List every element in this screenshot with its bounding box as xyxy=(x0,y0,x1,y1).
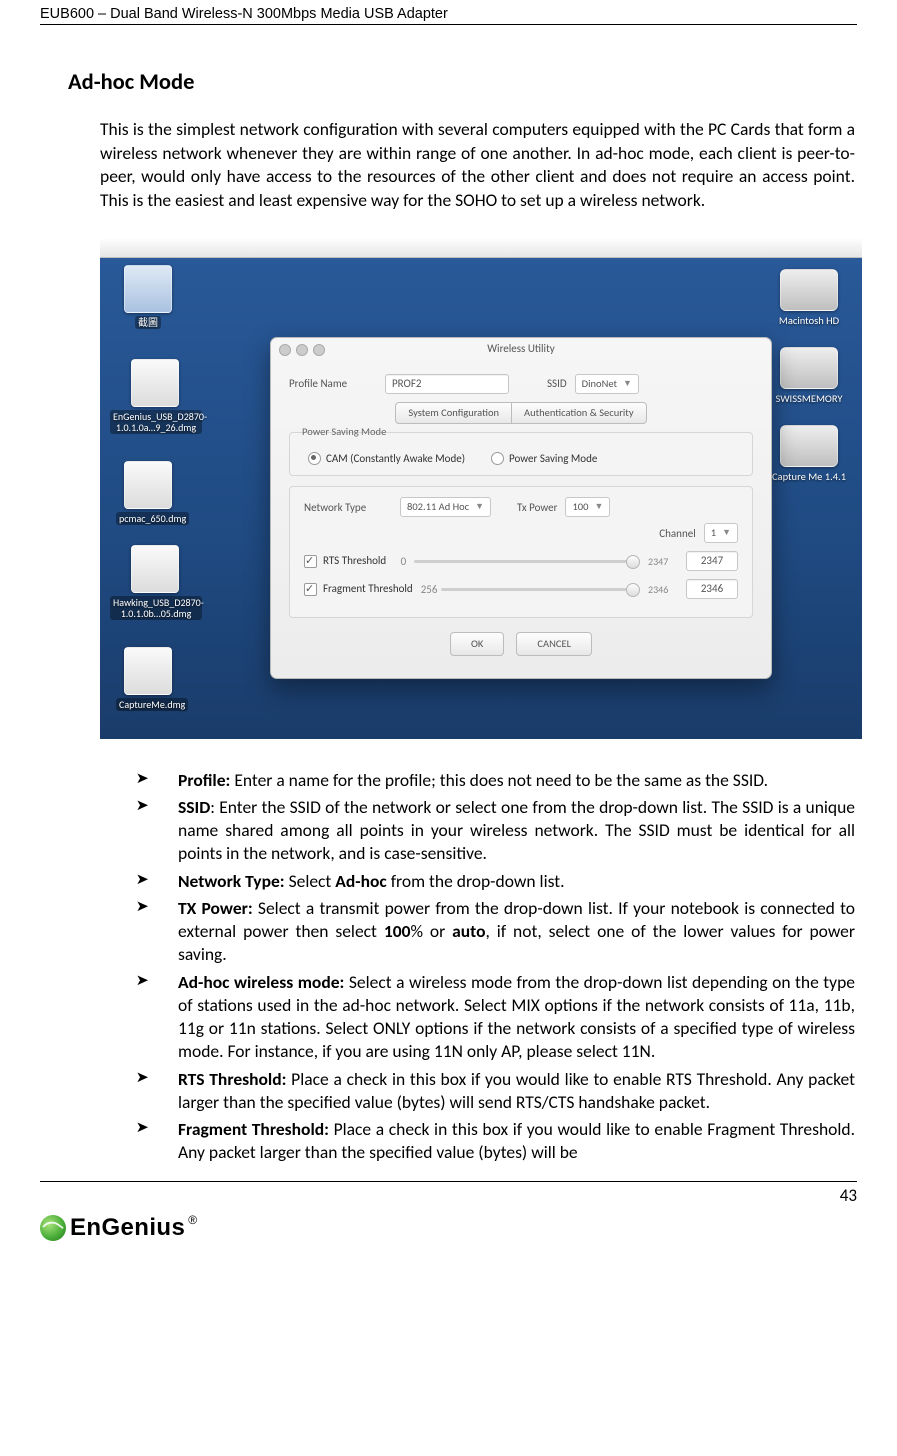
psm-radio-label: Power Saving Mode xyxy=(509,452,597,465)
network-type-select[interactable]: 802.11 Ad Hoc ▼ xyxy=(400,497,491,517)
power-saving-title: Power Saving Mode xyxy=(302,425,386,438)
brand-name: EnGenius xyxy=(70,1214,185,1242)
bullet-tx-power: TX Power: Select a transmit power from t… xyxy=(134,897,855,967)
network-type-value: 802.11 Ad Hoc xyxy=(407,498,469,516)
bullet-fragment: Fragment Threshold: Place a check in thi… xyxy=(134,1118,855,1165)
chevron-down-icon: ▼ xyxy=(594,498,603,516)
desktop-drive-icon[interactable]: Capture Me 1.4.1 xyxy=(766,425,852,483)
rts-min: 0 xyxy=(394,555,406,568)
desktop-drive-icon[interactable]: SWISSMEMORY xyxy=(766,347,852,405)
chevron-down-icon: ▼ xyxy=(623,375,632,393)
desktop-file-icon[interactable]: pcmac_650.dmg xyxy=(116,461,180,525)
cam-radio-label: CAM (Constantly Awake Mode) xyxy=(326,452,465,465)
bullet-network-type: Network Type: Select Ad-hoc from the dro… xyxy=(134,870,855,893)
rts-slider[interactable] xyxy=(414,554,640,568)
fragment-checkbox[interactable]: Fragment Threshold xyxy=(304,582,413,596)
window-title: Wireless Utility xyxy=(271,342,771,355)
section-title: Ad-hoc Mode xyxy=(68,69,857,96)
bullet-list: Profile: Enter a name for the profile; t… xyxy=(134,769,855,1165)
ssid-select[interactable]: DinoNet ▼ xyxy=(575,374,639,394)
intro-paragraph: This is the simplest network configurati… xyxy=(100,118,855,213)
bullet-rts: RTS Threshold: Place a check in this box… xyxy=(134,1068,855,1115)
fragment-min: 256 xyxy=(421,583,433,596)
tx-power-value: 100 xyxy=(572,498,588,516)
engenius-logo-icon xyxy=(40,1215,66,1241)
network-type-label: Network Type xyxy=(304,501,392,514)
tx-power-select[interactable]: 100 ▼ xyxy=(565,497,610,517)
drive-label: Macintosh HD xyxy=(779,314,839,327)
bullet-ssid: SSID: Enter the SSID of the network or s… xyxy=(134,796,855,866)
network-group: Network Type 802.11 Ad Hoc ▼ Tx Power 100… xyxy=(289,486,753,618)
rts-max: 2347 xyxy=(648,555,678,568)
bullet-profile: Profile: Enter a name for the profile; t… xyxy=(134,769,855,792)
checkbox-icon xyxy=(304,555,317,568)
psm-radio[interactable]: Power Saving Mode xyxy=(491,452,597,466)
ssid-value: DinoNet xyxy=(582,375,617,393)
desktop-file-icon[interactable]: EnGenius_USB_D2870-1.0.1.0a…9_26.dmg xyxy=(110,359,200,434)
desktop-file-icon[interactable]: Hawking_USB_D2870-1.0.1.0b…05.dmg xyxy=(110,545,200,620)
fragment-slider[interactable] xyxy=(441,582,640,596)
rts-value-field[interactable]: 2347 xyxy=(686,551,738,571)
channel-label: Channel xyxy=(659,527,695,540)
fragment-label: Fragment Threshold xyxy=(323,582,413,595)
channel-select[interactable]: 1▼ xyxy=(704,523,738,543)
brand-footer: EnGenius ® xyxy=(40,1214,857,1242)
ssid-label: SSID xyxy=(547,377,567,390)
fragment-max: 2346 xyxy=(648,583,678,596)
chevron-down-icon: ▼ xyxy=(475,498,484,516)
fragment-value-field[interactable]: 2346 xyxy=(686,579,738,599)
tx-power-label: Tx Power xyxy=(517,501,557,514)
desktop-folder-icon[interactable]: 截圖 xyxy=(116,265,180,329)
rts-checkbox[interactable]: RTS Threshold xyxy=(304,554,386,568)
tab-auth-security[interactable]: Authentication & Security xyxy=(512,402,647,424)
mac-desktop: 截圖 EnGenius_USB_D2870-1.0.1.0a…9_26.dmg … xyxy=(100,239,862,739)
tab-system-configuration[interactable]: System Configuration xyxy=(395,402,512,424)
desktop-file-label: pcmac_650.dmg xyxy=(116,512,189,525)
bullet-adhoc-mode: Ad-hoc wireless mode: Select a wireless … xyxy=(134,971,855,1064)
profile-name-field[interactable]: PROF2 xyxy=(385,374,509,394)
desktop-file-label: Hawking_USB_D2870-1.0.1.0b…05.dmg xyxy=(110,596,202,620)
drive-label: Capture Me 1.4.1 xyxy=(772,470,846,483)
radio-icon xyxy=(308,452,321,465)
desktop-file-label: CaptureMe.dmg xyxy=(116,698,188,711)
radio-icon xyxy=(491,452,504,465)
profile-name-label: Profile Name xyxy=(289,377,377,390)
wireless-utility-window: Wireless Utility Profile Name PROF2 SSID… xyxy=(270,337,772,679)
rts-label: RTS Threshold xyxy=(323,554,386,567)
chevron-down-icon: ▼ xyxy=(722,524,731,542)
channel-value: 1 xyxy=(711,524,716,542)
screenshot: 截圖 EnGenius_USB_D2870-1.0.1.0a…9_26.dmg … xyxy=(100,239,862,739)
cancel-button[interactable]: CANCEL xyxy=(516,632,592,656)
checkbox-icon xyxy=(304,583,317,596)
desktop-drive-icon[interactable]: Macintosh HD xyxy=(766,269,852,327)
cam-radio[interactable]: CAM (Constantly Awake Mode) xyxy=(308,452,465,466)
registered-icon: ® xyxy=(188,1213,197,1227)
mac-menubar xyxy=(100,239,862,258)
desktop-file-icon[interactable]: CaptureMe.dmg xyxy=(116,647,180,711)
desktop-folder-label: 截圖 xyxy=(135,316,161,329)
power-saving-group: Power Saving Mode CAM (Constantly Awake … xyxy=(289,432,753,477)
ok-button[interactable]: OK xyxy=(450,632,504,656)
drive-label: SWISSMEMORY xyxy=(775,392,842,405)
desktop-file-label: EnGenius_USB_D2870-1.0.1.0a…9_26.dmg xyxy=(110,410,202,434)
running-header: EUB600 – Dual Band Wireless-N 300Mbps Me… xyxy=(40,0,857,25)
page-number: 43 xyxy=(40,1181,857,1206)
